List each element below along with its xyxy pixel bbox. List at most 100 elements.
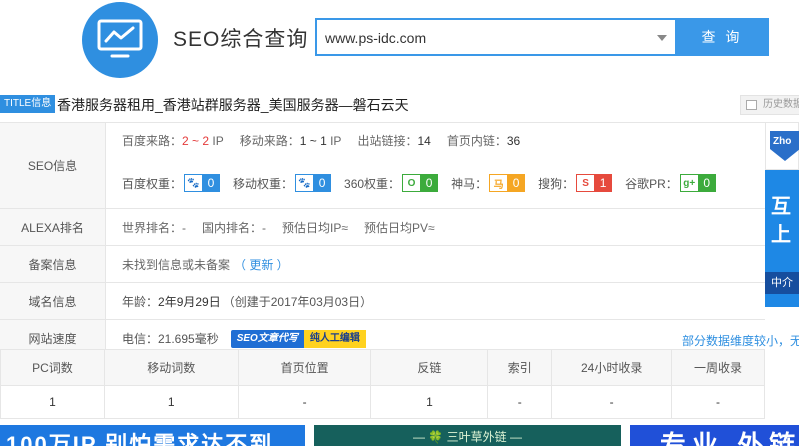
domain-row: 域名信息 年龄： 2年9月29日 （创建于2017年03月03日）	[0, 283, 765, 320]
dropdown-caret-icon[interactable]	[657, 35, 667, 41]
seo-metric-unit: IP	[326, 133, 342, 148]
seo-metric-key: 移动来路：	[239, 133, 300, 148]
stats-header-cell: 反链	[370, 349, 489, 386]
seo-metric: 移动来路：1 ~ 1 IP	[240, 132, 342, 149]
domain-created: （创建于2017年03月03日）	[222, 295, 373, 309]
search-input[interactable]	[325, 28, 645, 48]
mobile-paw-icon: 🐾	[295, 174, 314, 192]
seo-metric-unit: IP	[209, 133, 224, 148]
weight-label: 移动权重：	[233, 176, 294, 191]
weight-value: 0	[420, 174, 439, 192]
promo-part-1: SEO文章代写	[230, 329, 304, 348]
stats-value-row: 11-1---	[0, 385, 765, 419]
shenma-icon: 马	[489, 174, 508, 192]
seo-label: SEO信息	[0, 123, 106, 208]
stats-value-cell: -	[237, 385, 372, 419]
weight-value: 0	[202, 174, 221, 192]
beian-text: 未找到信息或未备案	[122, 258, 231, 272]
stats-header-cell: 一周收录	[671, 349, 765, 386]
alexa-item: 国内排名：-	[202, 221, 266, 235]
stats-value-cell: 1	[103, 385, 239, 419]
stats-value-cell: -	[671, 385, 765, 419]
weight-badge[interactable]: 🐾 0	[184, 174, 221, 192]
history-label: 历史数据	[763, 99, 799, 110]
alexa-item: 世界排名：-	[122, 221, 186, 235]
speed-text: 电信：21.695毫秒	[122, 332, 219, 346]
weight-value: 1	[594, 174, 613, 192]
weight-label: 谷歌PR：	[625, 176, 678, 191]
stats-value-cell: 1	[0, 385, 105, 419]
weight-badge[interactable]: 马0	[489, 174, 526, 192]
seo-traffic-line: 百度来路：2 ~ 2 IP 移动来路：1 ~ 1 IP 出站链接：14 首页内链：36	[122, 123, 765, 157]
domain-age-prefix: 年龄：	[122, 295, 159, 309]
weight-label: 神马：	[451, 176, 488, 191]
stats-value-cell: 1	[370, 385, 489, 419]
stats-value-cell: -	[551, 385, 673, 419]
seo-metric-key: 出站链接：	[357, 133, 418, 148]
data-note-link[interactable]: 部分数据维度较小，无法	[682, 332, 799, 349]
beian-label: 备案信息	[0, 246, 106, 282]
banner-clover-links[interactable]: — 🍀 三叶草外链 —	[314, 425, 621, 446]
banner-pro-text: 专业 外链	[660, 430, 799, 446]
beian-update-link[interactable]: （ 更新 ）	[234, 256, 289, 273]
alexa-item: 预估日均IP≈	[282, 221, 348, 235]
seo-metric-value: 1 ~ 1	[299, 133, 327, 148]
seo-metric: 百度来路：2 ~ 2 IP	[122, 132, 224, 149]
google-plus-icon: g+	[679, 174, 698, 192]
seo-metric-key: 百度来路：	[122, 133, 183, 148]
side-ad-text-3: 中介	[765, 272, 799, 294]
banner-clover-text: — 🍀 三叶草外链 —	[413, 430, 522, 444]
seo-writing-promo[interactable]: SEO文章代写 纯人工编辑	[230, 329, 366, 348]
baidu-paw-icon: 🐾	[184, 174, 203, 192]
banner-pro-links[interactable]: 专业 外链	[630, 425, 799, 446]
seo-metric-value: 14	[417, 133, 431, 148]
history-data-button[interactable]: 历史数据	[740, 95, 799, 115]
beian-row: 备案信息 未找到信息或未备案 （ 更新 ）	[0, 246, 765, 283]
sogou-icon: S	[576, 174, 595, 192]
domain-age: 2年9月29日	[158, 295, 221, 309]
history-icon	[746, 100, 757, 110]
weight-label: 百度权重：	[122, 176, 183, 191]
banner-ip-ad[interactable]: 100万IP 别怕需求达不到	[0, 425, 305, 446]
stats-header-row: PC词数 移动词数 首页位置 反链 索引 24小时收录 一周收录	[0, 349, 765, 386]
info-table: SEO信息 百度来路：2 ~ 2 IP 移动来路：1 ~ 1 IP 出站链接：14 首…	[0, 122, 799, 357]
alexa-line: 世界排名：- 国内排名：- 预估日均IP≈ 预估日均PV≈	[122, 209, 765, 246]
weight-badge[interactable]: 🐾 0	[295, 174, 332, 192]
side-ad-top: Zho	[765, 122, 799, 170]
seo-metric-value: 36	[506, 133, 521, 148]
site-logo[interactable]	[82, 2, 158, 78]
domain-label: 域名信息	[0, 283, 106, 319]
stats-table: PC词数 移动词数 首页位置 反链 索引 24小时收录 一周收录 11-1---	[0, 349, 765, 419]
seo-metric: 首页内链：36	[447, 132, 520, 149]
stats-header-cell: 移动词数	[103, 349, 239, 386]
search-button[interactable]: 查 询	[675, 18, 769, 56]
weight-badge[interactable]: S1	[576, 174, 613, 192]
weight-badge[interactable]: g+ 0	[679, 174, 716, 192]
title-badge: TITLE信息	[0, 95, 56, 113]
side-ad-text-1: 互	[771, 196, 791, 218]
weight-label: 360权重：	[344, 176, 401, 191]
weight-value: 0	[507, 174, 526, 192]
alexa-row: ALEXA排名 世界排名：- 国内排名：- 预估日均IP≈ 预估日均PV≈	[0, 209, 765, 246]
stats-header-cell: PC词数	[0, 349, 105, 386]
monitor-chart-icon	[97, 19, 143, 58]
side-advertisement[interactable]: Zho 互 上 中介	[765, 122, 799, 307]
stats-header-cell: 首页位置	[237, 349, 372, 386]
site-title: SEO综合查询	[173, 28, 309, 51]
weight-label: 搜狗：	[538, 176, 575, 191]
360-icon: O	[402, 174, 421, 192]
search-box	[315, 18, 677, 56]
alexa-item: 预估日均PV≈	[363, 221, 435, 235]
seo-row: SEO信息 百度来路：2 ~ 2 IP 移动来路：1 ~ 1 IP 出站链接：14 首…	[0, 123, 765, 209]
weight-badge[interactable]: O0	[402, 174, 439, 192]
weight-value: 0	[697, 174, 716, 192]
seo-metric: 出站链接：14	[357, 132, 430, 149]
page-title-text: 香港服务器租用_香港站群服务器_美国服务器—磐石云天	[57, 97, 409, 113]
promo-part-2: 纯人工编辑	[303, 329, 366, 348]
stats-header-cell: 索引	[487, 349, 553, 386]
alexa-label: ALEXA排名	[0, 209, 106, 245]
seo-weights-line: 百度权重： 🐾 0 移动权重： 🐾 0 360权重： O 0 神马：马 0 搜狗： S 1 谷歌PR： g+ 0	[122, 157, 765, 209]
seo-metric-value: 2 ~ 2	[182, 133, 210, 148]
weight-value: 0	[313, 174, 332, 192]
seo-metric-key: 首页内链：	[446, 133, 507, 148]
